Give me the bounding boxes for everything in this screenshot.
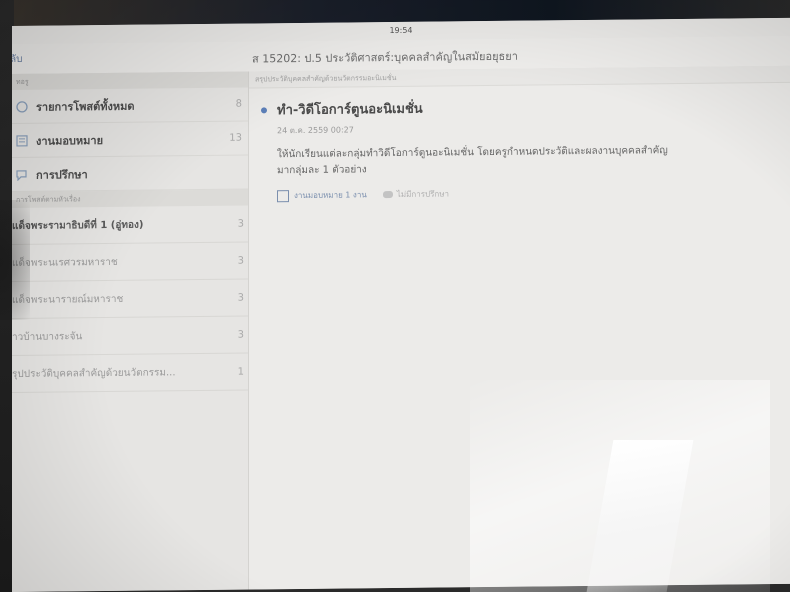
post-body: ให้นักเรียนแต่ละกลุ่มทำวิดีโอการ์ตูนอะนิ… (277, 142, 781, 179)
sidebar-item-assignments[interactable]: งานมอบหมาย 13 (12, 121, 248, 158)
post-title[interactable]: ทำ-วิดีโอการ์ตูนอะนิเมชั่น (277, 98, 423, 121)
sidebar-topic-count: 3 (237, 218, 244, 230)
post-date: 24 ต.ค. 2559 00:27 (277, 125, 354, 136)
sidebar-topic-label: แด็จพระนารายณ์มหาราช (12, 293, 124, 306)
back-button[interactable]: ลับ (12, 52, 22, 67)
sidebar: ทอรู รายการโพสต์ทั้งหมด 8 งานมอบหมาย 13 … (12, 71, 249, 592)
sidebar-topic-item[interactable]: แด็จพระนารายณ์มหาราช 3 (12, 279, 248, 319)
consult-label: ไม่มีการปรึกษา (396, 189, 449, 199)
sidebar-topic-item[interactable]: แด็จพระรามาธิบดีที่ 1 (อู่ทอง) 3 (12, 205, 248, 245)
sidebar-item-all-posts[interactable]: รายการโพสต์ทั้งหมด 8 (12, 87, 248, 124)
post-meta: งานมอบหมาย 1 งาน ไม่มีการปรึกษา (277, 184, 781, 202)
sidebar-topic-count: 3 (237, 292, 244, 304)
sidebar-topic-label: าวบ้านบางระจัน (12, 330, 83, 343)
page-title: ส 15202: ป.5 ประวัติศาสตร์:บุคคลสำคัญในส… (252, 49, 518, 66)
sidebar-topic-label: รุปประวัติบุคคลสำคัญด้วยนวัตกรรม... (12, 366, 176, 380)
sidebar-item-count: 13 (229, 132, 242, 144)
circle-icon (14, 98, 30, 114)
sidebar-topic-count: 1 (237, 366, 244, 378)
sidebar-item-label: รายการโพสต์ทั้งหมด (36, 99, 135, 114)
sidebar-topic-label: แด็จพระรามาธิบดีที่ 1 (อู่ทอง) (12, 219, 144, 232)
unread-dot-icon (261, 106, 267, 113)
sidebar-topic-label: แด็จพระนเรศวรมหาราช (12, 256, 118, 269)
sidebar-topic-item[interactable]: แด็จพระนเรศวรมหาราช 3 (12, 242, 248, 282)
sidebar-item-label: การปรึกษา (36, 167, 88, 182)
main-content: สรุปประวัติบุคคลสำคัญด้วยนวัตกรรมอะนิเมช… (249, 65, 790, 590)
chat-icon (14, 166, 30, 182)
consult-status: ไม่มีการปรึกษา (382, 187, 449, 201)
post-card[interactable]: ทำ-วิดีโอการ์ตูนอะนิเมชั่น 24 ต.ค. 2559 … (261, 94, 781, 202)
chat-bubble-icon (382, 191, 393, 199)
post-title-row[interactable]: ทำ-วิดีโอการ์ตูนอะนิเมชั่น (261, 94, 781, 120)
sidebar-topic-item[interactable]: รุปประวัติบุคคลสำคัญด้วยนวัตกรรม... 1 (12, 353, 248, 393)
assignment-icon (277, 189, 289, 202)
sidebar-topic-item[interactable]: าวบ้านบางระจัน 3 (12, 316, 248, 356)
list-icon (14, 132, 30, 148)
sidebar-topic-count: 3 (237, 255, 244, 267)
sidebar-item-discussions[interactable]: การปรึกษา (12, 155, 248, 192)
sidebar-item-count: 8 (235, 98, 242, 110)
assignment-count[interactable]: งานมอบหมาย 1 งาน (294, 188, 367, 202)
sidebar-item-label: งานมอบหมาย (36, 133, 104, 148)
screen: 19:54 ลับ ส 15202: ป.5 ประวัติศาสตร์:บุค… (12, 17, 790, 592)
sidebar-topic-count: 3 (237, 329, 244, 341)
